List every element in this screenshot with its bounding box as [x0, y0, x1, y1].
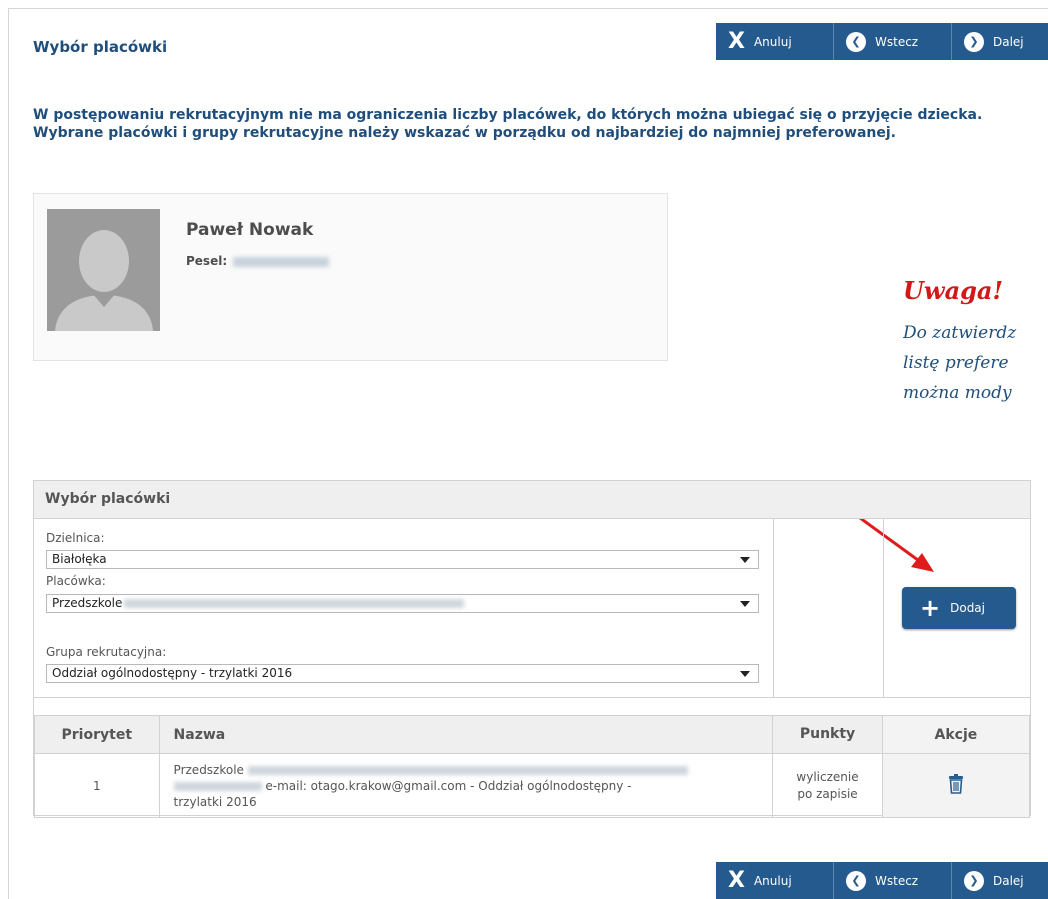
cancel-label: Anuluj [753, 873, 792, 888]
district-label: Dzielnica: [46, 531, 105, 545]
warning-text: Do zatwierdz listę prefere można mody [903, 318, 1048, 408]
points-line-1: wyliczenie [796, 769, 859, 784]
table-row: 1 Przedszkole e-mail: otago.krakow@gmail… [34, 753, 1031, 818]
group-select[interactable]: Oddział ogólnodostępny - trzylatki 2016 [46, 664, 759, 683]
header-name[interactable]: Nazwa [158, 715, 774, 754]
panel-title: Wybór placówki [34, 481, 1030, 519]
arrow-right-circle-icon: ❯ [964, 870, 984, 891]
selection-form: Dzielnica: Białołęka Placówka: Przedszko… [34, 519, 774, 697]
name-email: e-mail: otago.krakow@gmail.com - Oddział… [265, 778, 632, 793]
header-actions: Akcje [881, 715, 1031, 754]
arrow-right-circle-icon: ❯ [964, 31, 984, 52]
pesel-label: Pesel: [186, 254, 228, 268]
district-value: Białołęka [52, 552, 107, 566]
preferences-table: Priorytet Nazwa Punkty Akcje 1 Przedszko… [34, 715, 1031, 818]
warning-line: można mody [903, 383, 1012, 403]
back-label: Wstecz [875, 34, 919, 49]
points-line-2: po zapisie [797, 786, 858, 801]
header-points[interactable]: Punkty [772, 715, 883, 754]
cancel-button[interactable]: X Anuluj [716, 862, 834, 899]
close-icon: X [728, 29, 745, 54]
cancel-label: Anuluj [753, 34, 792, 49]
bottom-toolbar: X Anuluj ❮ Wstecz ❯ Dalej [716, 862, 1048, 899]
plus-icon: + [920, 594, 941, 622]
page-title: Wybór placówki [33, 38, 168, 56]
intro-text: W postępowaniu rekrutacyjnym nie ma ogra… [33, 107, 983, 141]
pesel-row: Pesel: [186, 254, 330, 268]
name-cell: Przedszkole e-mail: otago.krakow@gmail.c… [158, 753, 774, 818]
actions-cell [881, 753, 1031, 818]
chevron-down-icon [740, 601, 750, 607]
name-suffix: trzylatki 2016 [173, 794, 257, 809]
back-button[interactable]: ❮ Wstecz [834, 23, 952, 60]
arrow-left-circle-icon: ❮ [846, 31, 866, 52]
next-label: Dalej [993, 34, 1024, 49]
warning-title: Uwaga! [903, 276, 1004, 305]
chevron-down-icon [740, 671, 750, 677]
arrow-left-circle-icon: ❮ [846, 870, 866, 891]
back-label: Wstecz [875, 873, 919, 888]
warning-line: Do zatwierdz [903, 323, 1017, 343]
child-card: Paweł Nowak Pesel: [33, 193, 668, 361]
priority-cell: 1 [34, 753, 160, 818]
group-value: Oddział ogólnodostępny - trzylatki 2016 [52, 666, 293, 680]
facility-value: Przedszkole [52, 596, 123, 610]
address-redacted [247, 765, 688, 775]
chevron-down-icon [740, 557, 750, 563]
points-cell: wyliczenie po zapisie [772, 753, 883, 818]
spacer-row [34, 697, 1030, 715]
facility-selection-panel: Wybór placówki Dzielnica: Białołęka Plac… [33, 480, 1031, 818]
facility-value-redacted [124, 599, 465, 608]
pesel-value-redacted [233, 256, 330, 267]
close-icon: X [728, 868, 745, 893]
trash-icon[interactable] [948, 774, 964, 797]
next-label: Dalej [993, 873, 1024, 888]
next-button[interactable]: ❯ Dalej [952, 23, 1048, 60]
child-name: Paweł Nowak [186, 220, 314, 240]
next-button[interactable]: ❯ Dalej [952, 862, 1048, 899]
avatar-placeholder [47, 209, 160, 331]
empty-column [774, 519, 884, 697]
phone-redacted [173, 781, 262, 791]
header-priority[interactable]: Priorytet [34, 715, 160, 754]
top-toolbar: X Anuluj ❮ Wstecz ❯ Dalej [716, 23, 1048, 60]
add-button[interactable]: + Dodaj [902, 587, 1016, 629]
add-label: Dodaj [950, 601, 985, 615]
back-button[interactable]: ❮ Wstecz [834, 862, 952, 899]
table-header-row: Priorytet Nazwa Punkty Akcje [34, 715, 1031, 754]
name-prefix: Przedszkole [173, 762, 244, 777]
add-column: + Dodaj [884, 519, 1030, 697]
facility-label: Placówka: [46, 574, 106, 588]
cancel-button[interactable]: X Anuluj [716, 23, 834, 60]
district-select[interactable]: Białołęka [46, 550, 759, 569]
facility-select[interactable]: Przedszkole [46, 594, 759, 613]
warning-line: listę prefere [903, 353, 1009, 373]
group-label: Grupa rekrutacyjna: [46, 645, 167, 659]
